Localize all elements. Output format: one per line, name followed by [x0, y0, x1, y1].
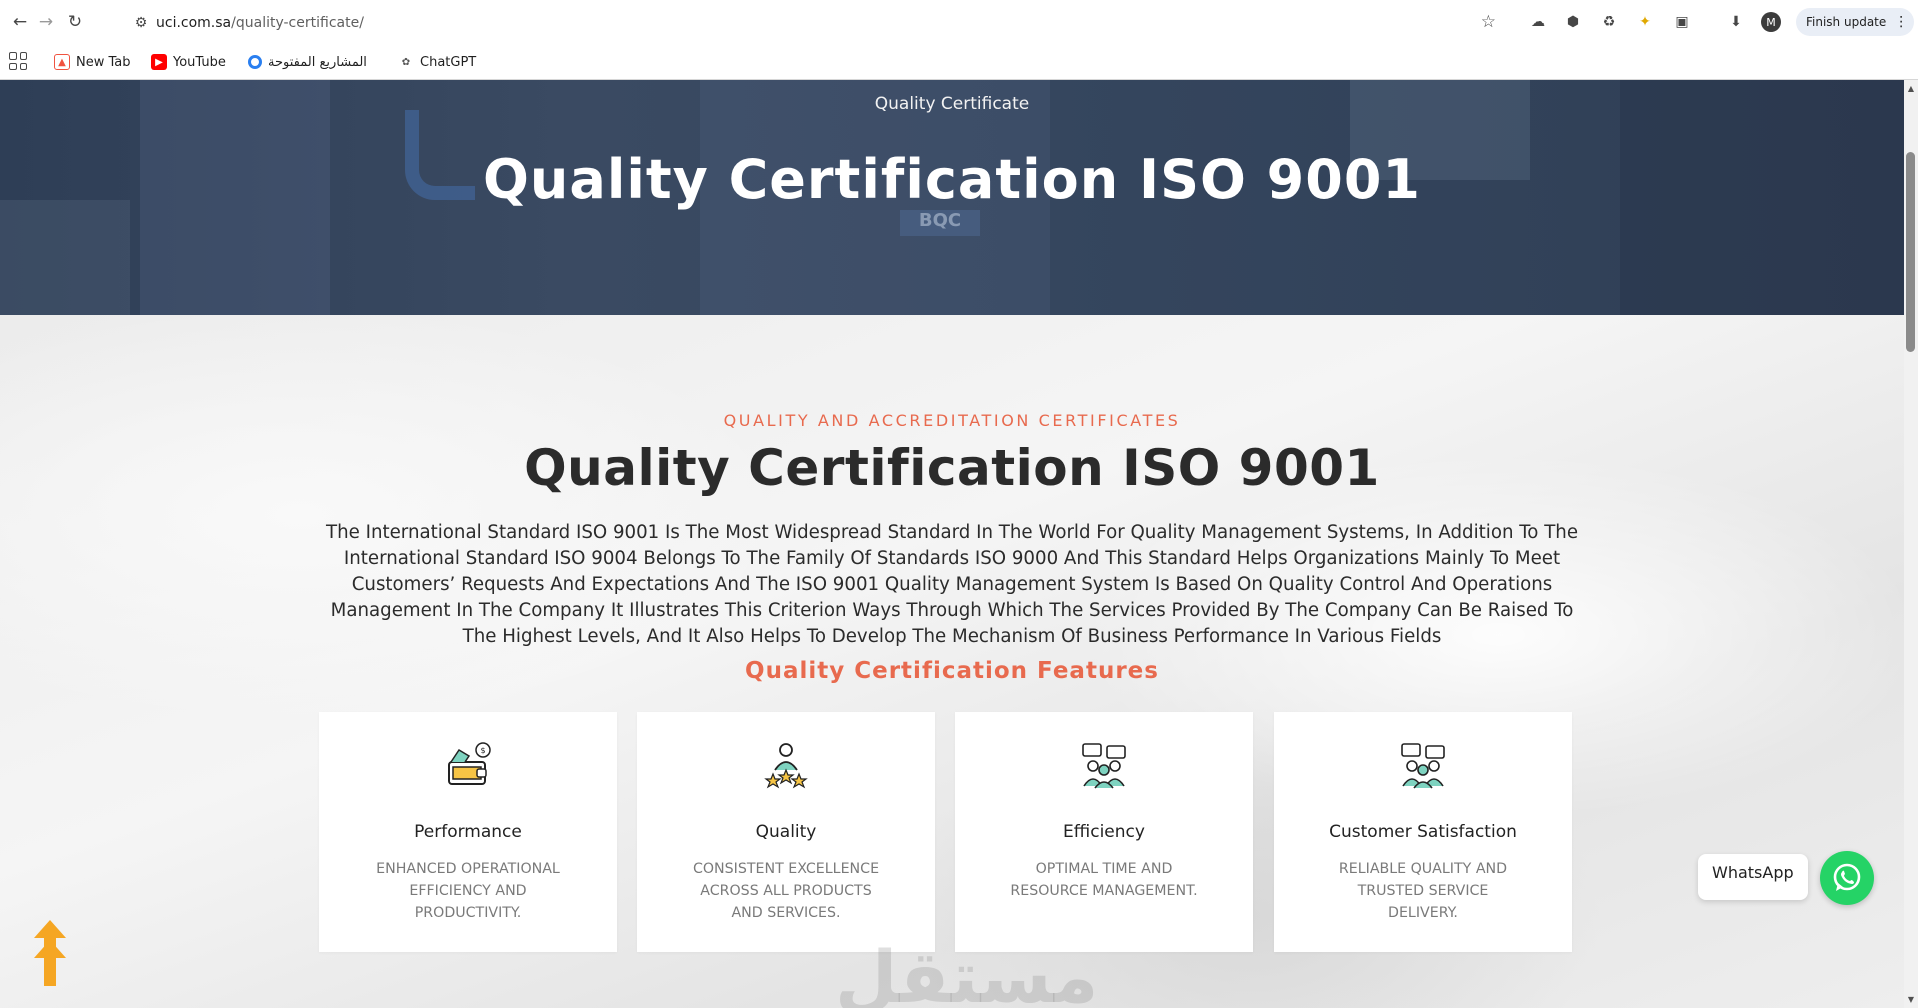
shield-extension-icon[interactable]: ⬢: [1563, 12, 1583, 32]
feature-card-quality: Quality Consistent excellence across all…: [637, 712, 935, 952]
scroll-up-arrow-icon[interactable]: ▲: [1906, 84, 1916, 94]
apps-grid-icon[interactable]: [9, 52, 27, 70]
section-kicker: QUALITY AND ACCREDITATION CERTIFICATES: [723, 411, 1181, 430]
feature-title: Performance: [414, 822, 522, 842]
cloud-extension-icon[interactable]: ☁: [1528, 12, 1548, 32]
scrollbar-thumb[interactable]: [1906, 152, 1915, 352]
reload-icon[interactable]: ↻: [63, 10, 87, 34]
features-title: Quality Certification Features: [745, 658, 1159, 684]
bookmark-open-projects[interactable]: المشاريع المفتوحة: [248, 51, 367, 73]
finish-update-button[interactable]: Finish update ⋮: [1796, 8, 1914, 36]
back-icon[interactable]: ←: [8, 10, 32, 34]
bookmark-label: New Tab: [76, 54, 131, 70]
feature-text: Optimal time and resource management.: [1010, 861, 1198, 899]
sparkle-extension-icon[interactable]: ✦: [1635, 12, 1655, 32]
mostaql-watermark: مستقل mostaql.com: [835, 935, 1099, 1008]
browser-toolbar: ← → ↻ ⚙ uci.com.sa/quality-certificate/ …: [0, 0, 1918, 44]
bookmark-youtube[interactable]: ▶ YouTube: [151, 51, 226, 73]
chatgpt-icon: ✿: [401, 56, 411, 68]
recycle-extension-icon[interactable]: ♻: [1599, 12, 1619, 32]
whatsapp-icon: [1833, 863, 1861, 891]
certificate-section: QUALITY AND ACCREDITATION CERTIFICATES Q…: [0, 315, 1904, 1008]
globe-icon: [248, 55, 262, 69]
more-menu-icon: ⋮: [1894, 14, 1909, 30]
hero-title: Quality Certification ISO 9001: [483, 148, 1421, 211]
extensions-puzzle-icon[interactable]: ▣: [1672, 12, 1692, 32]
url-host: uci.com.sa: [156, 14, 232, 31]
bookmark-label: YouTube: [173, 54, 226, 70]
hero-bg-shape: [0, 200, 130, 315]
page-viewport: BQC Quality Certificate Quality Certific…: [0, 80, 1904, 1008]
bookmark-chatgpt[interactable]: ✿ ChatGPT: [398, 51, 476, 73]
team-chat-icon: [1082, 743, 1126, 789]
feature-text: Consistent excellence across all product…: [692, 861, 880, 921]
bookmark-new-tab[interactable]: ▲ New Tab: [54, 51, 131, 73]
scroll-down-arrow-icon[interactable]: ▼: [1906, 995, 1916, 1005]
url-path: /quality-certificate/: [231, 14, 364, 31]
feature-text: Enhanced operational efficiency and prod…: [376, 861, 560, 921]
bookmark-label: المشاريع المفتوحة: [268, 54, 367, 70]
section-title: Quality Certification ISO 9001: [524, 439, 1380, 497]
person-stars-icon: [764, 743, 808, 789]
url-text[interactable]: uci.com.sa/quality-certificate/: [156, 15, 364, 31]
download-icon[interactable]: ⬇: [1726, 12, 1746, 32]
address-bar[interactable]: ⚙ uci.com.sa/quality-certificate/ ☆: [120, 6, 1510, 39]
section-description: The International Standard ISO 9001 Is T…: [325, 522, 1579, 647]
feature-card-efficiency: Efficiency Optimal time and resource man…: [955, 712, 1253, 952]
feature-card-performance: $ Performance Enhanced operational effic…: [319, 712, 617, 952]
feature-text: Reliable quality and trusted service del…: [1338, 861, 1508, 921]
feature-card-customer-satisfaction: Customer Satisfaction Reliable quality a…: [1274, 712, 1572, 952]
svg-text:$: $: [480, 746, 485, 755]
wallet-money-icon: $: [448, 742, 491, 785]
youtube-icon: ▶: [151, 54, 167, 70]
forward-icon[interactable]: →: [34, 10, 58, 34]
feature-title: Quality: [755, 822, 817, 842]
laravel-icon: ▲: [54, 54, 70, 70]
whatsapp-button[interactable]: [1820, 851, 1874, 905]
profile-avatar[interactable]: M: [1761, 12, 1781, 32]
finish-update-label: Finish update: [1806, 15, 1887, 29]
bookmark-label: ChatGPT: [420, 54, 477, 70]
hero-bqc-mark: BQC: [900, 210, 980, 236]
feature-title: Efficiency: [1063, 822, 1145, 842]
site-info-icon[interactable]: ⚙: [126, 15, 156, 31]
feature-title: Customer Satisfaction: [1329, 822, 1517, 842]
hero-subtitle: Quality Certificate: [874, 94, 1030, 114]
scroll-to-top-button[interactable]: [32, 918, 68, 988]
hero-banner: BQC Quality Certificate Quality Certific…: [0, 80, 1904, 315]
whatsapp-label[interactable]: WhatsApp: [1698, 854, 1808, 900]
bookmark-star-icon[interactable]: ☆: [1481, 12, 1496, 32]
team-chat-icon: [1401, 743, 1445, 789]
